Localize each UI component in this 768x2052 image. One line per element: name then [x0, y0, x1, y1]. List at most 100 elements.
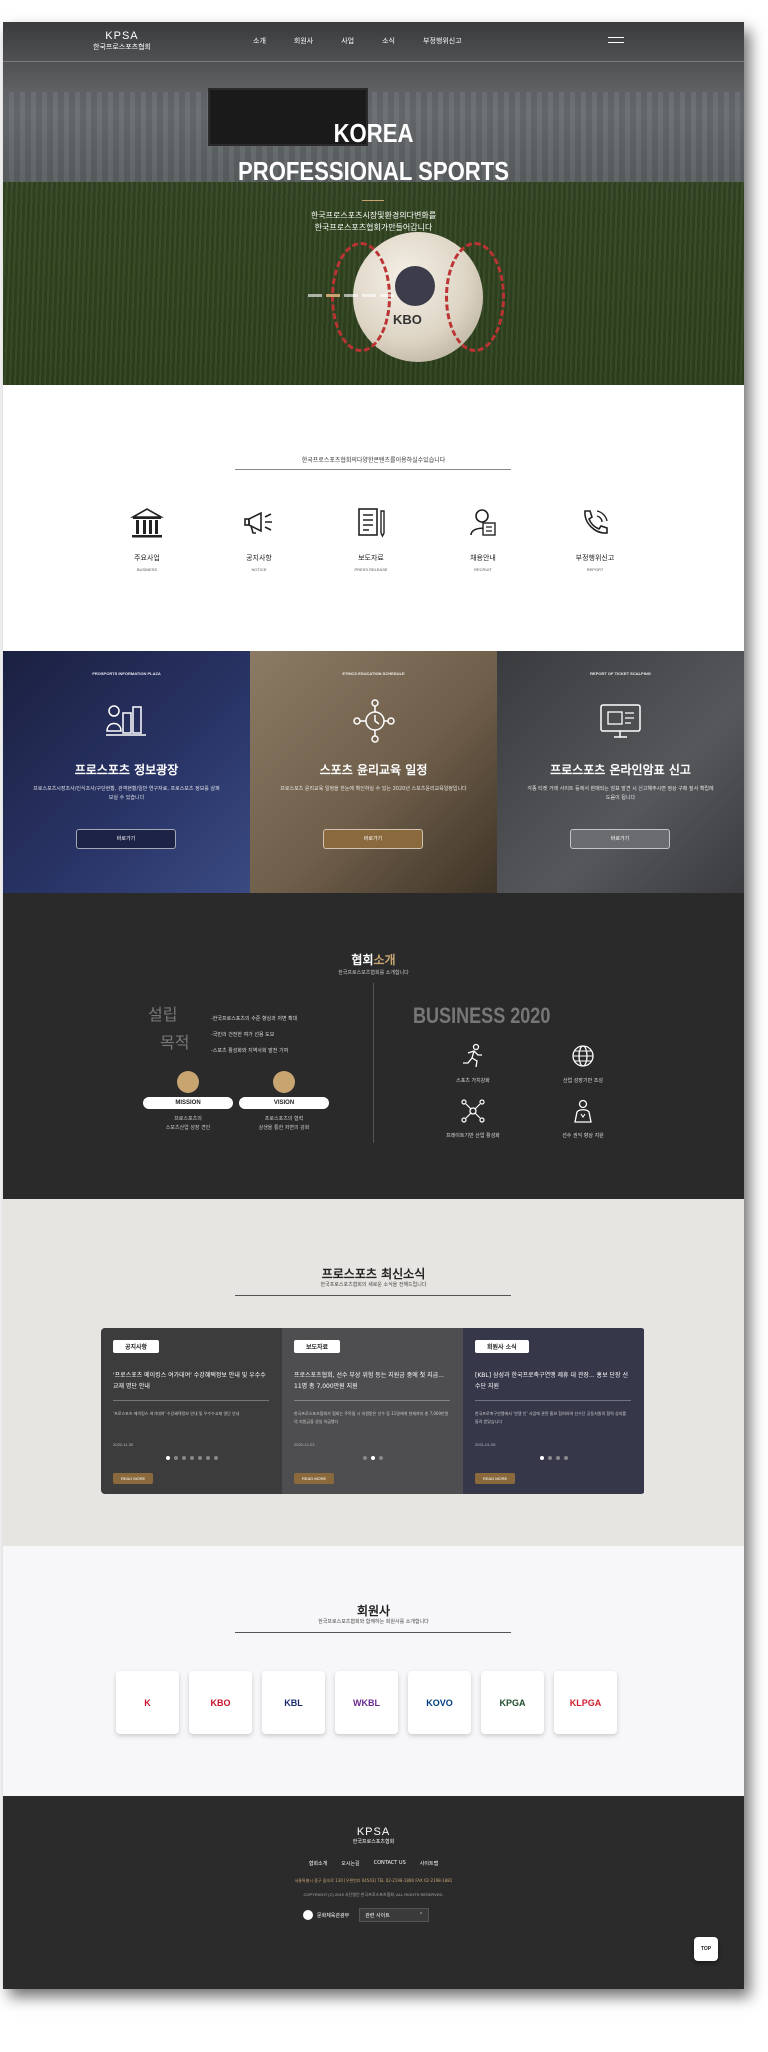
business-item-label: 선수 권익 향상 지원: [562, 1133, 604, 1139]
member-logo-kovo[interactable]: KOVO: [408, 1671, 471, 1734]
card-title: 프로스포츠 정보광장: [74, 763, 179, 777]
recruit-icon: [470, 509, 496, 536]
slide-dot[interactable]: [326, 294, 340, 297]
quick-link-label: 부정행위신고: [575, 554, 615, 562]
footer-link-contact[interactable]: CONTACT US: [374, 1860, 406, 1867]
pagination-dot[interactable]: [547, 1456, 552, 1460]
quick-link-recruit[interactable]: 채용안내 RECRUIT: [447, 505, 519, 572]
shortcut-button[interactable]: 바로가기: [570, 829, 670, 849]
slide-dot[interactable]: [308, 294, 322, 297]
card-desc: 각종 티켓 거래 사이트 등에서 판매되는 암표 발견 시 신고해주시면 정상 …: [527, 786, 714, 801]
pagination-dot[interactable]: [205, 1456, 210, 1460]
hamburger-menu-icon[interactable]: [608, 37, 624, 47]
news-card-member[interactable]: 회원사 소식 [KBL] 삼성과 한국프로축구연맹 제휴 대 관장... 홍보 …: [463, 1328, 644, 1494]
quick-link-label: 채용안내: [470, 554, 496, 562]
quick-link-label: 공지사항: [246, 554, 272, 562]
news-headline[interactable]: '프로스포츠 메이킹스 여가대여' 수강혜택정보 안내 및 우수수교재 명단 안…: [113, 1370, 269, 1392]
related-sites-select[interactable]: 관련 사이트 ⌃: [359, 1908, 430, 1922]
member-logo-mark: KBO: [210, 1697, 231, 1708]
members-subtitle: 한국프로스포츠협회와 함께하는 회원사를 소개합니다: [318, 1619, 429, 1625]
pagination-dot[interactable]: [362, 1456, 367, 1460]
pagination-dot[interactable]: [539, 1456, 544, 1460]
member-logo-kbo[interactable]: KBO: [189, 1671, 252, 1734]
pagination-dot[interactable]: [555, 1456, 560, 1460]
news-card-notice[interactable]: 공지사항 '프로스포츠 메이킹스 여가대여' 수강혜택정보 안내 및 우수수교재…: [101, 1328, 282, 1494]
member-logo-wkbl[interactable]: WKBL: [335, 1671, 398, 1734]
shortcut-button[interactable]: 바로가기: [76, 829, 176, 849]
pagination-dot[interactable]: [378, 1456, 383, 1460]
hero-title: KOREA PROFESSIONAL SPORTS: [59, 114, 689, 190]
goal-item: -스포츠 활성화와 지역사회 발전 기여: [211, 1048, 289, 1054]
news-divider: [475, 1400, 631, 1401]
news-summary: '프로스포츠 메이킹스 여가대여' 수강혜택정보 안내 및 우수수교재 명단 안…: [113, 1411, 240, 1416]
footer-link-about[interactable]: 협회소개: [309, 1860, 327, 1867]
menu-item-news[interactable]: 소식: [382, 36, 395, 46]
pagination-dot[interactable]: [370, 1456, 375, 1460]
shortcut-button[interactable]: 바로가기: [323, 829, 423, 849]
goal-item: -국민의 건전한 여가 선용 도모: [211, 1032, 275, 1038]
footer-link-directions[interactable]: 오시는길: [341, 1860, 359, 1867]
pagination-dot[interactable]: [173, 1456, 178, 1460]
chart-people-icon: [106, 705, 146, 736]
pagination-dot[interactable]: [181, 1456, 186, 1460]
pagination-dot[interactable]: [563, 1456, 568, 1460]
business-item: 스포츠 가치강화: [423, 1043, 523, 1084]
footer-brand-sub: 한국프로스포츠협회: [352, 1839, 395, 1845]
menu-item-about[interactable]: 소개: [253, 36, 266, 46]
pagination-dot[interactable]: [197, 1456, 202, 1460]
news-date: 2020-12-23: [294, 1442, 315, 1447]
news-pagination: [463, 1456, 644, 1460]
slide-dot[interactable]: [362, 294, 376, 297]
quick-link-business[interactable]: 주요사업 BUSINESS: [111, 505, 183, 572]
member-logo-mark: KPGA: [499, 1697, 526, 1708]
brand-sub: 한국프로스포츠협회: [93, 43, 151, 51]
vision-text-line: 상생을 통한 저변의 강화: [258, 1125, 310, 1131]
footer-link-sitemap[interactable]: 사이트맵: [420, 1860, 438, 1867]
members-title: 회원사: [356, 1604, 391, 1618]
quick-link-notice[interactable]: 공지사항 NOTICE: [223, 505, 295, 572]
scroll-top-button[interactable]: TOP: [694, 1937, 718, 1961]
kbo-emblem: [395, 266, 435, 306]
member-logo-klpga[interactable]: KLPGA: [554, 1671, 617, 1734]
quick-link-label: 주요사업: [134, 554, 160, 562]
member-logo-kbl[interactable]: KBL: [262, 1671, 325, 1734]
news-headline[interactable]: 프로스포츠협회, 선수 부상 위험 등는 지원금 중에 첫 지급... 11명 …: [294, 1370, 450, 1392]
hero-subtitle-line1: 한국프로스포츠시장및환경의다변화를: [310, 211, 437, 220]
slide-dot[interactable]: [380, 294, 394, 297]
main-menu: 소개 회원사 사업 소식 부정행위신고: [253, 36, 462, 46]
mission-text-line: 프로스포츠의: [174, 1116, 202, 1122]
quick-link-report[interactable]: 부정행위신고 REPORT: [559, 505, 631, 572]
read-more-button[interactable]: READ MORE: [113, 1473, 154, 1484]
hero-section: KBO KPSA 한국프로스포츠협회 소개 회원사 사업 소식 부정행위신고 K…: [3, 22, 744, 385]
read-more-button[interactable]: READ MORE: [475, 1473, 516, 1484]
card-title: 프로스포츠 온라인암표 신고: [550, 763, 691, 777]
member-logo-kpga[interactable]: KPGA: [481, 1671, 544, 1734]
pagination-dot[interactable]: [189, 1456, 194, 1460]
slide-dot[interactable]: [344, 294, 358, 297]
quick-link-sublabel: RECRUIT: [474, 567, 492, 572]
news-card-press[interactable]: 보도자료 프로스포츠협회, 선수 부상 위험 등는 지원금 중에 첫 지급...…: [282, 1328, 463, 1494]
about-subtitle: 한국프로스포츠협회를 소개합니다: [338, 970, 409, 976]
menu-item-report[interactable]: 부정행위신고: [423, 36, 462, 46]
news-headline[interactable]: [KBL] 삼성과 한국프로축구연맹 제휴 대 관장... 홍보 단장 선수단 …: [475, 1370, 631, 1392]
news-summary: 한국프로축구연맹에서 '연맹 인' 사업에 관련 홍보 참여하여 선수단 공동지…: [475, 1411, 627, 1424]
business-title: BUSINESS 2020: [413, 1003, 551, 1028]
pagination-dot[interactable]: [165, 1456, 170, 1460]
pagination-dot[interactable]: [213, 1456, 218, 1460]
vision-block: VISION 프로스포츠의 협력 상생을 통한 저변의 강화: [239, 1071, 329, 1133]
feature-cards: PROSPORTS INFORMATION PLAZA 프로스포츠 정보광장 프…: [3, 651, 744, 893]
menu-item-business[interactable]: 사업: [341, 36, 354, 46]
news-summary: 한국프로스포츠협회가 협회는 주목될 시 지원받은 선수 등 11명에게 현재까…: [294, 1411, 449, 1424]
ball-label: KBO: [393, 312, 422, 327]
news-date: 2020-11-30: [113, 1442, 134, 1447]
brand-logo[interactable]: KPSA 한국프로스포츠협회: [93, 30, 151, 52]
card-desc: 프로스포츠시장조사/인식조사/구단현황, 관객현황/일반 연구자료, 프로스포츠…: [33, 786, 220, 801]
read-more-button[interactable]: READ MORE: [294, 1473, 335, 1484]
menu-item-members[interactable]: 회원사: [294, 36, 313, 46]
member-logo-k-league[interactable]: K: [116, 1671, 179, 1734]
quick-link-press[interactable]: 보도자료 PRESS RELEASE: [335, 505, 407, 572]
ministry-logo[interactable]: 문화체육관광부: [303, 1910, 349, 1920]
globe-icon: [572, 1045, 594, 1067]
quick-link-label: 보도자료: [358, 554, 384, 562]
hero-title-line1: KOREA: [333, 118, 414, 148]
